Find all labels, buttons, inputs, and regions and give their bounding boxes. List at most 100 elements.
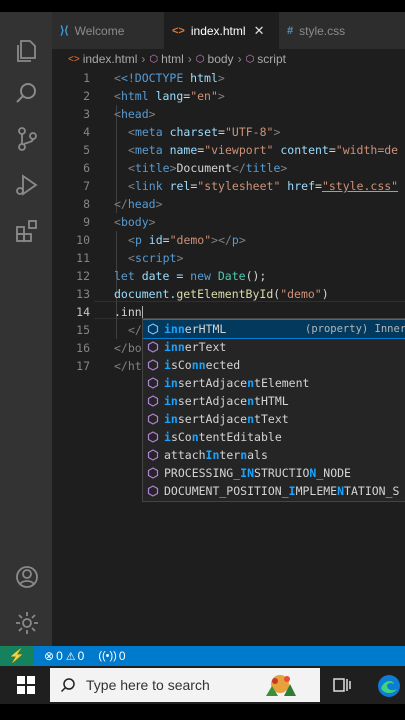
edge-browser-icon[interactable]: [377, 674, 401, 698]
suggestion-label: insertAdjacentElement: [164, 376, 310, 390]
windows-start-icon[interactable]: [17, 676, 35, 694]
tab-welcome[interactable]: ⟩⟨ Welcome: [52, 12, 164, 49]
line-number: 1: [83, 71, 90, 85]
code-line-17: </ht: [114, 359, 142, 373]
suggestion-label: isConnected: [164, 358, 241, 372]
code-line-10: <p id="demo"></p>: [128, 233, 246, 247]
line-number: 13: [76, 287, 90, 301]
method-icon: [147, 395, 159, 407]
method-icon: [147, 377, 159, 389]
status-bar: ⚡ ⊗ 0 ⚠ 0 ((•)) 0: [0, 646, 405, 666]
code-line-11: <script>: [128, 251, 184, 265]
line-number: 17: [76, 359, 90, 373]
line-number: 6: [83, 161, 90, 175]
suggestion-item[interactable]: isConnected: [143, 356, 405, 374]
method-icon: [147, 413, 159, 425]
line-number: 2: [83, 89, 90, 103]
code-line-16: </bo: [114, 341, 142, 355]
property-icon: [147, 323, 159, 335]
suggestion-label: innerText: [164, 340, 227, 354]
line-number: 3: [83, 107, 90, 121]
element-icon: ⬡: [245, 53, 255, 65]
suggestion-item[interactable]: DOCUMENT_POSITION_IMPLEMENTATION_S: [143, 482, 405, 500]
search-highlight-illustration: [248, 670, 312, 700]
suggestion-label: isContentEditable: [164, 430, 282, 444]
remote-indicator[interactable]: ⚡: [0, 646, 34, 666]
suggestion-item[interactable]: insertAdjacentHTML: [143, 392, 405, 410]
code-line-1: <<!DOCTYPE html>: [114, 71, 225, 85]
error-count: 0: [56, 649, 63, 663]
search-icon: [60, 678, 75, 693]
code-line-6: <title>Document</title>: [128, 161, 288, 175]
breadcrumb-html[interactable]: html: [161, 52, 184, 66]
run-debug-icon[interactable]: [12, 170, 42, 200]
constant-icon: [147, 485, 159, 497]
line-number: 12: [76, 269, 90, 283]
code-line-14: .inn: [114, 305, 143, 320]
explorer-icon[interactable]: [12, 36, 42, 66]
live-share-indicator[interactable]: ((•)) 0: [98, 649, 125, 663]
code-line-12: let date = new Date();: [114, 269, 267, 283]
broadcast-icon: ((•)): [98, 650, 117, 662]
code-line-9: <body>: [114, 215, 156, 229]
bottom-black-bar: [0, 704, 405, 720]
suggestion-label: DOCUMENT_POSITION_IMPLEMENTATION_S: [164, 484, 400, 498]
chevron-right-icon: ›: [237, 52, 242, 66]
taskbar-search-box[interactable]: Type here to search: [50, 668, 320, 702]
line-number: 4: [83, 125, 90, 139]
constant-icon: [147, 467, 159, 479]
line-number: 9: [83, 215, 90, 229]
code-line-8: </head>: [114, 197, 163, 211]
tab-label: Welcome: [74, 23, 125, 38]
suggestion-item[interactable]: isContentEditable: [143, 428, 405, 446]
settings-gear-icon[interactable]: [12, 608, 42, 638]
property-icon: [147, 431, 159, 443]
breadcrumb-script[interactable]: script: [257, 52, 286, 66]
search-placeholder: Type here to search: [86, 677, 210, 693]
tab-label: style.css: [299, 23, 346, 38]
chevron-right-icon: ›: [141, 52, 146, 66]
tab-index-html[interactable]: <> index.html ✕: [164, 12, 279, 49]
chevron-right-icon: ›: [187, 52, 192, 66]
vscode-icon: ⟩⟨: [60, 25, 69, 37]
problems-indicator[interactable]: ⊗ 0 ⚠ 0: [44, 649, 84, 663]
line-number: 8: [83, 197, 90, 211]
breadcrumb-file[interactable]: index.html: [83, 52, 138, 66]
close-icon[interactable]: ✕: [254, 23, 265, 39]
line-number: 7: [83, 179, 90, 193]
element-icon: ⬡: [149, 53, 159, 65]
suggestion-item[interactable]: insertAdjacentText: [143, 410, 405, 428]
suggestion-item[interactable]: PROCESSING_INSTRUCTION_NODE: [143, 464, 405, 482]
account-icon[interactable]: [12, 562, 42, 592]
suggestion-label: attachInternals: [164, 448, 268, 462]
broadcast-count: 0: [118, 649, 126, 663]
tab-style-css[interactable]: # style.css: [279, 12, 405, 49]
line-number: 5: [83, 143, 90, 157]
line-number: 16: [76, 341, 90, 355]
code-line-13: document.getElementById("demo"): [114, 287, 329, 301]
code-line-4: <meta charset="UTF-8">: [128, 125, 281, 139]
line-number: 15: [76, 323, 90, 337]
html-icon: <>: [68, 53, 80, 65]
autocomplete-suggestions: innerHTML (property) InnerH innerText is…: [142, 318, 405, 502]
task-view-icon[interactable]: [333, 677, 351, 693]
suggestion-item[interactable]: attachInternals: [143, 446, 405, 464]
suggestion-label: insertAdjacentHTML: [164, 394, 289, 408]
suggestion-item[interactable]: innerHTML (property) InnerH: [143, 319, 405, 339]
code-line-2: <html lang="en">: [114, 89, 225, 103]
code-line-7: <link rel="stylesheet" href="style.css": [128, 179, 399, 193]
breadcrumb-body[interactable]: body: [208, 52, 234, 66]
extensions-icon[interactable]: [12, 216, 42, 246]
windows-taskbar: Type here to search: [0, 666, 405, 704]
line-number: 10: [76, 233, 90, 247]
suggestion-label: innerHTML: [164, 322, 227, 336]
source-control-icon[interactable]: [12, 124, 42, 154]
code-line-5: <meta name="viewport" content="width=de: [128, 143, 399, 157]
suggestion-item[interactable]: insertAdjacentElement: [143, 374, 405, 392]
tab-label: index.html: [190, 23, 246, 38]
top-black-bar: [0, 0, 405, 12]
search-icon[interactable]: [12, 78, 42, 108]
property-icon: [147, 359, 159, 371]
element-icon: ⬡: [195, 53, 205, 65]
suggestion-item[interactable]: innerText: [143, 338, 405, 356]
